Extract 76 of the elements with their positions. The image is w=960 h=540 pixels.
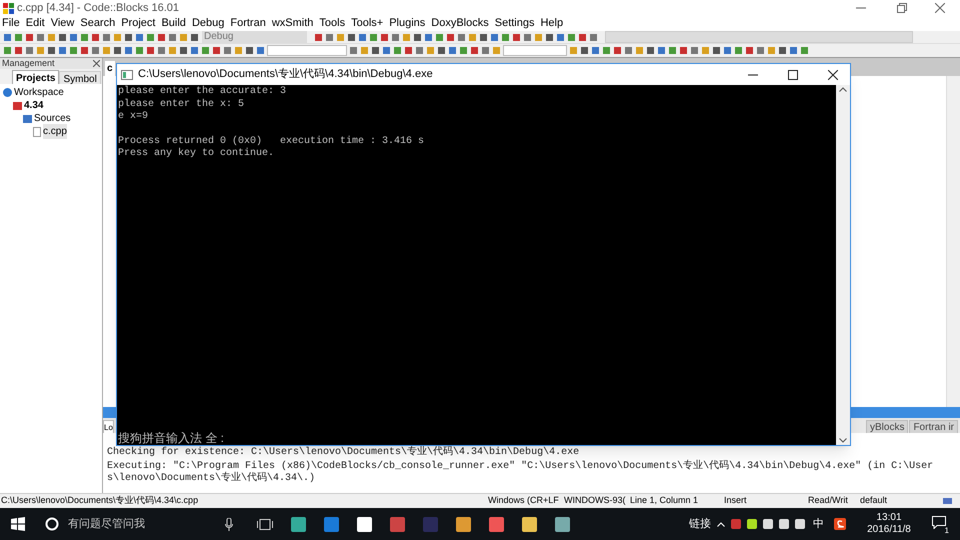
sogou-icon[interactable] (834, 518, 846, 530)
project-icon (13, 102, 22, 110)
windows-logo-icon[interactable] (11, 517, 25, 531)
cortana-icon[interactable] (45, 517, 59, 531)
workspace-icon (3, 88, 12, 97)
window-title: C:\Users\lenovo\Documents\专业\代码\4.34\bin\Debug\4.exe (138, 67, 433, 82)
menu-item[interactable]: View (50, 15, 74, 32)
menu-item[interactable]: Search (80, 15, 116, 32)
search-field[interactable]: 有问题尽管问我 (68, 516, 225, 532)
clock-date: 2016/11/8 (867, 524, 911, 536)
microphone-icon[interactable] (225, 518, 233, 530)
tree-item[interactable]: 4.34 (24, 98, 44, 113)
scrollbar[interactable] (946, 76, 960, 407)
menu-item[interactable]: wxSmith (272, 15, 314, 32)
status-text: C:\Users\lenovo\Documents\专业\代码\4.34\c.cpp (0, 494, 200, 508)
restore-icon[interactable] (897, 3, 907, 13)
log-line: Executing: "C:\Program Files (x86)\CodeBlocks/cb_console_runner.exe" "C:\Users\lenovo\Documents\专业\代码\4.34\bin\Debug\4.exe" (in C:\Users\lenovo\Documents\专业\代码\4.34\.) (107, 461, 934, 485)
menu-item[interactable]: Tools+ (351, 15, 384, 32)
console-icon (121, 70, 133, 80)
status-text: Read/Writ (808, 494, 849, 508)
panel-title: Management (2, 56, 56, 70)
status-text: default (860, 494, 888, 508)
app-logo-icon (3, 2, 14, 14)
status-text: Insert (724, 494, 748, 508)
tree-item[interactable]: Sources (34, 111, 71, 126)
toolbar-label[interactable]: 链接 (689, 516, 711, 532)
menu-item[interactable]: Fortran (230, 15, 266, 32)
log-tab[interactable]: Fortran ir (909, 420, 958, 433)
file-icon (33, 126, 41, 136)
scroll-down-icon[interactable] (839, 438, 847, 443)
menu-item[interactable]: Plugins (389, 15, 426, 32)
app-icon[interactable] (357, 516, 372, 532)
console-line: please enter the x: 5 (118, 98, 246, 111)
log-tab[interactable]: yBlocks (866, 420, 908, 433)
input-method-status: 搜狗拼音输入法 全 : (118, 431, 226, 445)
console-line: please enter the accurate: 3 (118, 86, 288, 98)
console-line: e x=9 (118, 111, 150, 124)
menu-item[interactable]: DoxyBlocks (431, 15, 489, 32)
log-line: Checking for existence: C:\Users\lenovo\Documents\专业\代码\4.34\bin\Debug\4.exe (107, 447, 580, 459)
notification-icon[interactable] (932, 516, 946, 529)
menu-item[interactable]: Settings (494, 15, 534, 32)
input-mode-indicator[interactable]: 中 (813, 516, 824, 532)
status-text: Windows (CR+LF (488, 494, 560, 508)
status-text: WINDOWS-93( (564, 494, 626, 508)
menu-item[interactable]: Edit (26, 15, 45, 32)
dropdown-field[interactable] (605, 31, 913, 43)
folder-icon (23, 114, 32, 122)
scroll-up-icon[interactable] (839, 87, 847, 92)
chevron-icon[interactable] (717, 522, 725, 526)
app-icon[interactable] (522, 516, 537, 532)
panel-tab[interactable]: Projects (12, 70, 60, 84)
log-tab[interactable]: Lo (103, 420, 114, 433)
menu-item[interactable]: Project (121, 15, 156, 32)
window-title: c.cpp [4.34] - Code::Blocks 16.01 (17, 0, 180, 16)
menu-item[interactable]: File (2, 15, 20, 32)
close-icon[interactable] (828, 70, 838, 80)
status-text: Line 1, Column 1 (630, 494, 700, 508)
dropdown-field[interactable] (267, 45, 347, 56)
menu-item[interactable]: Debug (192, 15, 224, 32)
menu-item[interactable]: Tools (319, 15, 346, 32)
menu-item[interactable]: Build (161, 15, 186, 32)
dropdown-field[interactable] (503, 45, 567, 56)
clock-time: 13:01 (876, 512, 902, 524)
maximize-icon[interactable] (788, 70, 798, 80)
tree-item[interactable]: Workspace (14, 85, 64, 100)
console-line: Process returned 0 (0x0) execution time : 3.416 s (118, 136, 426, 148)
app-icon[interactable] (291, 516, 306, 532)
app-icon[interactable] (456, 516, 471, 532)
app-icon[interactable] (555, 516, 570, 532)
tree-item[interactable]: c.cpp (43, 124, 67, 139)
console-line: Press any key to continue. (118, 148, 276, 160)
editor-tab[interactable]: c (105, 61, 115, 76)
notification-count: 1 (944, 526, 950, 535)
menu-item[interactable]: Help (540, 15, 564, 32)
panel-tab[interactable]: Symbol (59, 71, 101, 84)
task-view-icon[interactable] (257, 518, 273, 530)
